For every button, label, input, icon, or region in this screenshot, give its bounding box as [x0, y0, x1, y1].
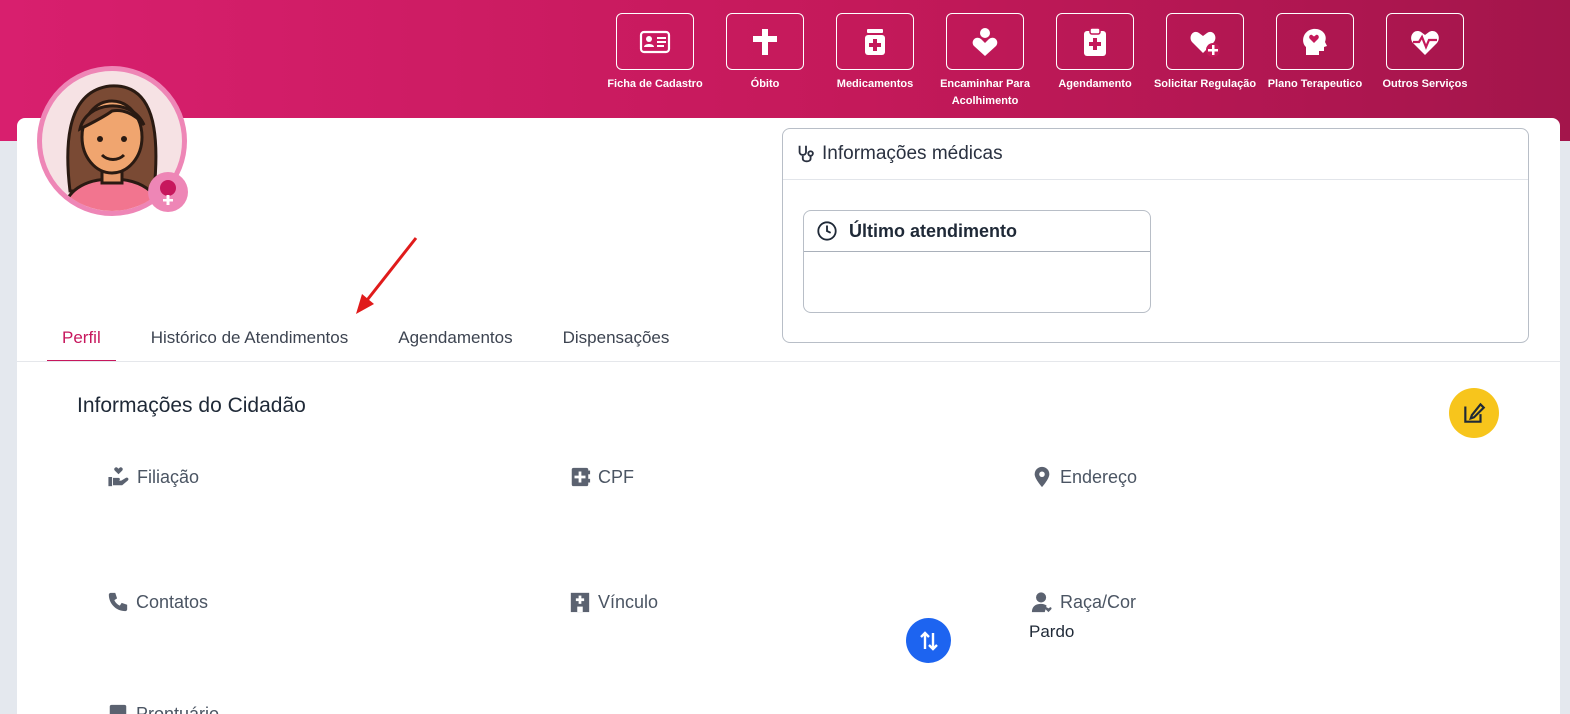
- medicine-bottle-icon: [865, 28, 885, 55]
- medical-info-title: Informações médicas: [822, 143, 1003, 164]
- field-value-raca-cor: Pardo: [1029, 622, 1075, 641]
- cross-icon: [753, 28, 777, 55]
- action-label: Ficha de Cadastro: [607, 78, 703, 90]
- swap-vertical-icon: [919, 630, 938, 651]
- action-label: Óbito: [750, 78, 780, 90]
- action-label: Agendamento: [1058, 78, 1132, 90]
- field-label: Filiação: [137, 466, 200, 487]
- tabs-divider: [17, 361, 1560, 362]
- hospital-icon: [570, 592, 590, 613]
- pencil-icon: [1464, 402, 1486, 423]
- stethoscope-icon: [798, 145, 814, 163]
- field-cpf: CPF: [569, 466, 634, 488]
- field-contatos: Contatos: [107, 591, 208, 613]
- action-label: Solicitar Regulação: [1153, 78, 1257, 90]
- tab-perfil[interactable]: Perfil: [47, 318, 116, 362]
- action-ficha-de-cadastro[interactable]: Ficha de Cadastro: [600, 13, 710, 110]
- person-heart-icon: [972, 27, 998, 56]
- hand-heart-icon: [108, 467, 129, 487]
- annotation-arrow-icon: [356, 237, 418, 314]
- action-label: Outros Serviços: [1382, 78, 1468, 90]
- action-label: Medicamentos: [836, 78, 914, 90]
- person-icon: [1031, 592, 1052, 613]
- action-button-box[interactable]: [1166, 13, 1244, 70]
- contact-book-icon: [571, 467, 591, 487]
- action-label: Plano Terapeutico: [1267, 78, 1363, 90]
- action-solicitar-regulacao[interactable]: Solicitar Regulação: [1150, 13, 1260, 110]
- female-badge: [148, 172, 188, 212]
- female-symbol-icon: [160, 180, 176, 205]
- id-card-icon: [639, 30, 671, 53]
- field-vinculo: Vínculo: [569, 591, 658, 613]
- heart-plus-icon: [1190, 31, 1220, 57]
- action-button-box[interactable]: [836, 13, 914, 70]
- action-button-box[interactable]: [1386, 13, 1464, 70]
- action-button-box[interactable]: [1276, 13, 1354, 70]
- heartbeat-icon: [1411, 30, 1439, 55]
- field-label: Raça/Cor: [1060, 591, 1137, 612]
- field-filiacao: Filiação: [107, 466, 199, 488]
- action-bar: Ficha de Cadastro Óbito Medicamentos Enc…: [600, 13, 1480, 110]
- tab-historico-atendimentos[interactable]: Histórico de Atendimentos: [136, 318, 364, 362]
- action-button-box[interactable]: [726, 13, 804, 70]
- medical-info-panel: Informações médicas Último atendimento: [782, 128, 1529, 343]
- field-raca-cor: Raça/Cor: [1031, 591, 1136, 613]
- last-visit-title: Último atendimento: [849, 220, 1018, 241]
- action-button-box[interactable]: [946, 13, 1024, 70]
- field-label: Endereço: [1060, 466, 1138, 487]
- medical-clipboard-icon: [1084, 26, 1106, 56]
- action-medicamentos[interactable]: Medicamentos: [820, 13, 930, 110]
- last-visit-header: Último atendimento: [804, 211, 1150, 252]
- medical-file-icon: [109, 704, 127, 714]
- field-prontuario-partial: Prontuário: [107, 703, 219, 714]
- field-label: CPF: [598, 466, 634, 487]
- phone-icon: [108, 592, 128, 612]
- tab-agendamentos[interactable]: Agendamentos: [383, 318, 527, 362]
- action-agendamento[interactable]: Agendamento: [1040, 13, 1150, 110]
- action-label: Encaminhar Para Acolhimento: [940, 78, 1030, 107]
- edit-button[interactable]: [1449, 388, 1499, 438]
- location-pin-icon: [1034, 466, 1050, 488]
- clock-icon: [817, 221, 837, 241]
- action-encaminhar-acolhimento[interactable]: Encaminhar Para Acolhimento: [930, 13, 1040, 110]
- head-heart-icon: [1303, 28, 1327, 55]
- action-outros-servicos[interactable]: Outros Serviços: [1370, 13, 1480, 110]
- action-button-box[interactable]: [1056, 13, 1134, 70]
- field-label: Vínculo: [598, 591, 659, 612]
- medical-info-header: Informações médicas: [783, 129, 1528, 180]
- action-obito[interactable]: Óbito: [710, 13, 820, 110]
- field-endereco: Endereço: [1031, 466, 1137, 488]
- tab-dispensacoes[interactable]: Dispensações: [548, 318, 685, 362]
- profile-tabs: Perfil Histórico de Atendimentos Agendam…: [47, 318, 704, 362]
- field-label: Prontuário: [136, 703, 220, 714]
- action-button-box[interactable]: [616, 13, 694, 70]
- scroll-toggle-button[interactable]: [906, 618, 951, 663]
- action-plano-terapeutico[interactable]: Plano Terapeutico: [1260, 13, 1370, 110]
- field-label: Contatos: [136, 591, 209, 612]
- last-visit-card: Último atendimento: [803, 210, 1151, 313]
- citizen-info-title: Informações do Cidadão: [77, 394, 306, 417]
